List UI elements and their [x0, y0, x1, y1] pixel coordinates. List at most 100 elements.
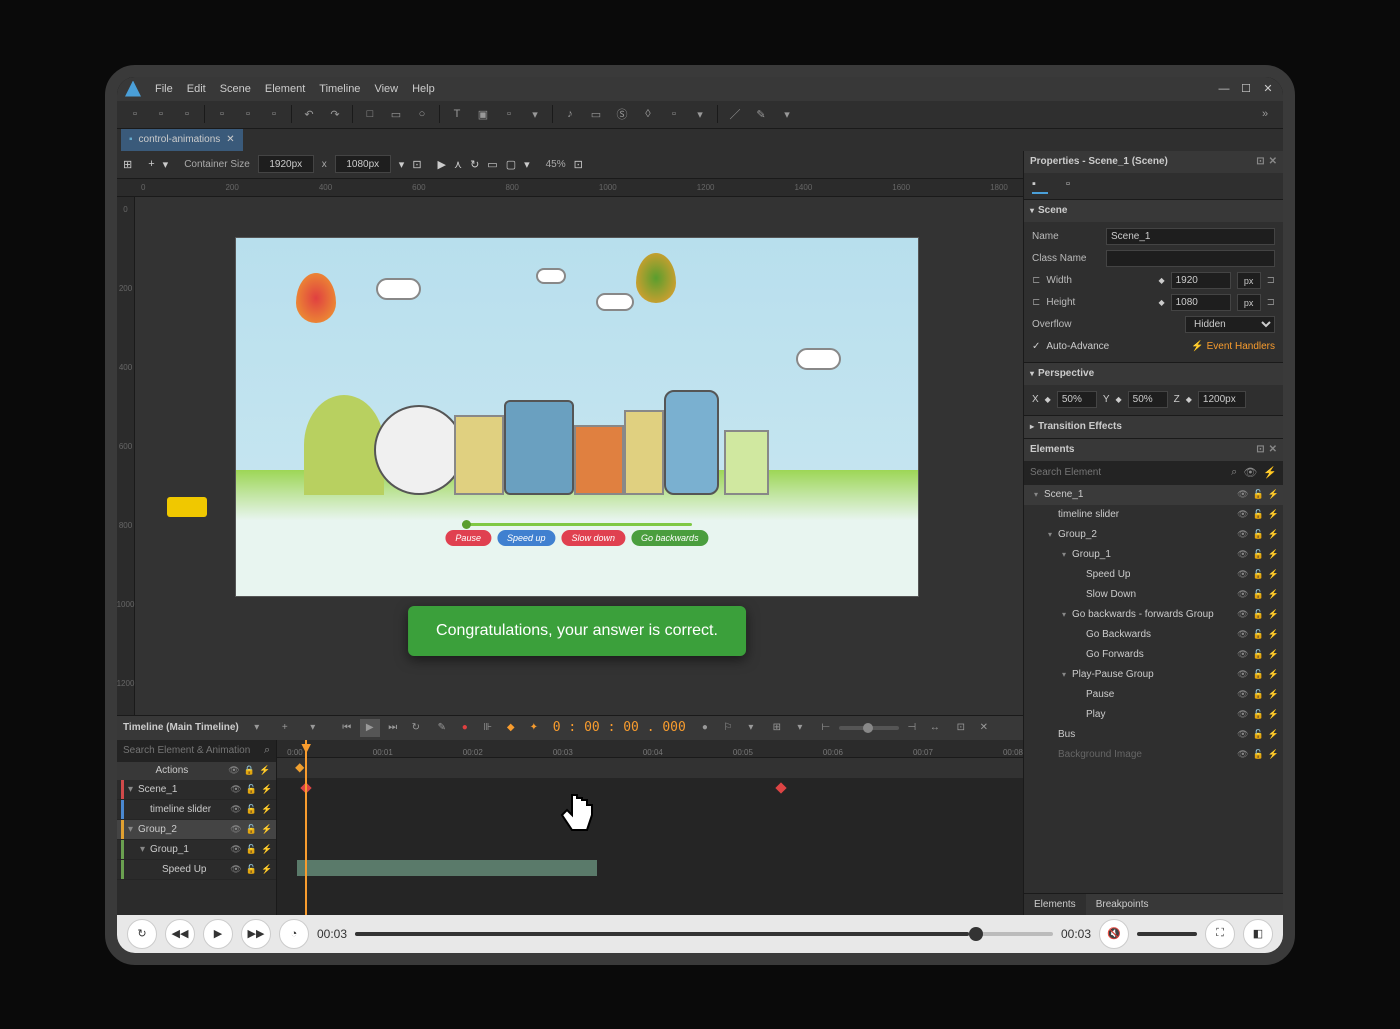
eye-icon[interactable]: 👁 [1237, 529, 1248, 540]
menu-scene[interactable]: Scene [220, 83, 251, 95]
lightning-icon[interactable]: ⚡ [1268, 629, 1279, 640]
fit-icon[interactable]: ⊡ [412, 158, 421, 171]
chevron-down-icon[interactable]: ▾ [790, 719, 810, 737]
lock-icon[interactable]: 🔓 [1253, 569, 1264, 580]
lightning-icon[interactable]: ⚡ [1263, 466, 1277, 479]
timeline-row[interactable]: Speed Up👁🔓⚡ [117, 860, 276, 880]
shape-icon[interactable]: ◊ [636, 103, 660, 125]
lightning-icon[interactable]: ⚡ [1268, 529, 1279, 540]
eye-icon[interactable]: 👁 [230, 864, 241, 875]
scene-section-header[interactable]: ▾Scene [1024, 200, 1283, 222]
lock-icon[interactable]: 🔓 [246, 844, 257, 855]
minimize-icon[interactable]: — [1217, 82, 1231, 96]
play-icon[interactable]: ▶ [360, 719, 380, 737]
timeline-ruler[interactable]: 0:0000:0100:0200:0300:0400:0500:0600:070… [277, 740, 1023, 758]
eye-icon[interactable]: 👁 [230, 844, 241, 855]
speedup-button[interactable]: Speed up [497, 530, 556, 546]
animation-bar[interactable] [297, 860, 597, 876]
preview-icon[interactable]: ▫ [236, 103, 260, 125]
lightning-icon[interactable]: ⚡ [1268, 569, 1279, 580]
transform-icon[interactable]: ▢ [506, 158, 516, 171]
add-icon[interactable]: + [148, 158, 154, 170]
lightning-icon[interactable]: ⚡ [1268, 489, 1279, 500]
elements-search-input[interactable] [1030, 467, 1231, 478]
line-icon[interactable]: ／ [723, 103, 747, 125]
dropdown-icon[interactable]: ▾ [399, 158, 405, 171]
lock-icon[interactable]: 🔓 [1253, 509, 1264, 520]
timeline-search-input[interactable] [123, 745, 264, 756]
lock-icon[interactable]: 🔓 [1253, 749, 1264, 760]
new-icon[interactable]: ▫ [123, 103, 147, 125]
eye-icon[interactable]: 👁 [1237, 629, 1248, 640]
lightning-icon[interactable]: ⚡ [261, 844, 272, 855]
event-handlers-button[interactable]: ⚡ Event Handlers [1191, 341, 1275, 352]
lightning-icon[interactable]: ⚡ [259, 765, 270, 776]
element-row[interactable]: Pause👁🔓⚡ [1024, 685, 1283, 705]
lightning-icon[interactable]: ⚡ [1268, 509, 1279, 520]
timeline-row[interactable]: ▾Group_2👁🔓⚡ [117, 820, 276, 840]
lightning-icon[interactable]: ⚡ [1268, 609, 1279, 620]
lock-icon[interactable]: 🔓 [246, 864, 257, 875]
transition-section-header[interactable]: ▸Transition Effects [1024, 416, 1283, 438]
redo-icon[interactable]: ↷ [323, 103, 347, 125]
loop-icon[interactable]: ↻ [406, 719, 426, 737]
chevron-down-icon[interactable]: ▾ [775, 103, 799, 125]
play-icon[interactable]: ▶ [203, 919, 233, 949]
lock-icon[interactable]: 🔓 [246, 824, 257, 835]
element-row[interactable]: ▾Go backwards - forwards Group👁🔓⚡ [1024, 605, 1283, 625]
ease-icon[interactable]: ⊪ [478, 719, 498, 737]
lightning-icon[interactable]: ⚡ [261, 824, 272, 835]
record-icon[interactable]: ● [455, 719, 475, 737]
chevron-down-icon[interactable]: ▾ [303, 719, 323, 737]
lock-icon[interactable]: 🔓 [1253, 729, 1264, 740]
keyframe-diamond-icon[interactable]: ◆ [1186, 395, 1192, 404]
fullscreen-icon[interactable]: ⛶ [1205, 919, 1235, 949]
tab-control-animations[interactable]: ▪ control-animations ✕ [121, 129, 243, 151]
pause-button[interactable]: Pause [445, 530, 491, 546]
perspective-z-input[interactable] [1198, 391, 1246, 408]
element-row[interactable]: ▾Group_1👁🔓⚡ [1024, 545, 1283, 565]
eye-icon[interactable]: 👁 [1237, 489, 1248, 500]
close-icon[interactable]: ✕ [1269, 156, 1277, 167]
crop-icon[interactable]: ▭ [487, 158, 497, 171]
add-icon[interactable]: + [275, 719, 295, 737]
rewind-icon[interactable]: ◀◀ [165, 919, 195, 949]
go-start-icon[interactable]: ⏮ [337, 719, 357, 737]
freeform-icon[interactable]: ✎ [749, 103, 773, 125]
perspective-section-header[interactable]: ▾Perspective [1024, 363, 1283, 385]
lock-icon[interactable]: 🔓 [1253, 689, 1264, 700]
eye-icon[interactable]: 👁 [230, 784, 241, 795]
eye-icon[interactable]: 👁 [1237, 649, 1248, 660]
action-marker-icon[interactable]: ◆ [295, 760, 305, 770]
perspective-y-input[interactable] [1128, 391, 1168, 408]
seek-slider[interactable] [355, 932, 1053, 936]
lightning-icon[interactable]: ⚡ [261, 804, 272, 815]
volume-slider[interactable] [1137, 932, 1197, 936]
checkbox-icon[interactable]: ✓ [1032, 341, 1040, 352]
lock-icon[interactable]: 🔓 [1253, 709, 1264, 720]
timeline-row[interactable]: ▾Scene_1👁🔓⚡ [117, 780, 276, 800]
audio-icon[interactable]: ♪ [558, 103, 582, 125]
unit-label[interactable]: px [1237, 272, 1261, 289]
zoom-fit-icon[interactable]: ⊡ [574, 158, 583, 171]
eye-icon[interactable]: 👁 [1237, 569, 1248, 580]
key-icon[interactable]: ✦ [524, 719, 544, 737]
menu-timeline[interactable]: Timeline [319, 83, 360, 95]
container-height-input[interactable] [335, 155, 391, 173]
element-row[interactable]: Play👁🔓⚡ [1024, 705, 1283, 725]
eye-icon[interactable]: 👁 [1237, 589, 1248, 600]
eye-icon[interactable]: 👁 [228, 765, 239, 776]
lightning-icon[interactable]: ⚡ [1268, 749, 1279, 760]
text-icon[interactable]: T [445, 103, 469, 125]
more-icon[interactable]: » [1253, 103, 1277, 125]
chevron-down-icon[interactable]: ▾ [524, 158, 530, 171]
eye-icon[interactable]: 👁 [1237, 689, 1248, 700]
chevron-down-icon[interactable]: ▾ [163, 158, 169, 171]
mute-icon[interactable]: 🔇 [1099, 919, 1129, 949]
lock-icon[interactable]: 🔓 [1253, 529, 1264, 540]
close-icon[interactable]: ✕ [974, 719, 994, 737]
snap-icon[interactable]: ⊢ [816, 719, 836, 737]
lightning-icon[interactable]: ⚡ [1268, 669, 1279, 680]
eye-icon[interactable]: 👁 [1237, 609, 1248, 620]
layout-icon[interactable]: ⊞ [123, 158, 132, 171]
